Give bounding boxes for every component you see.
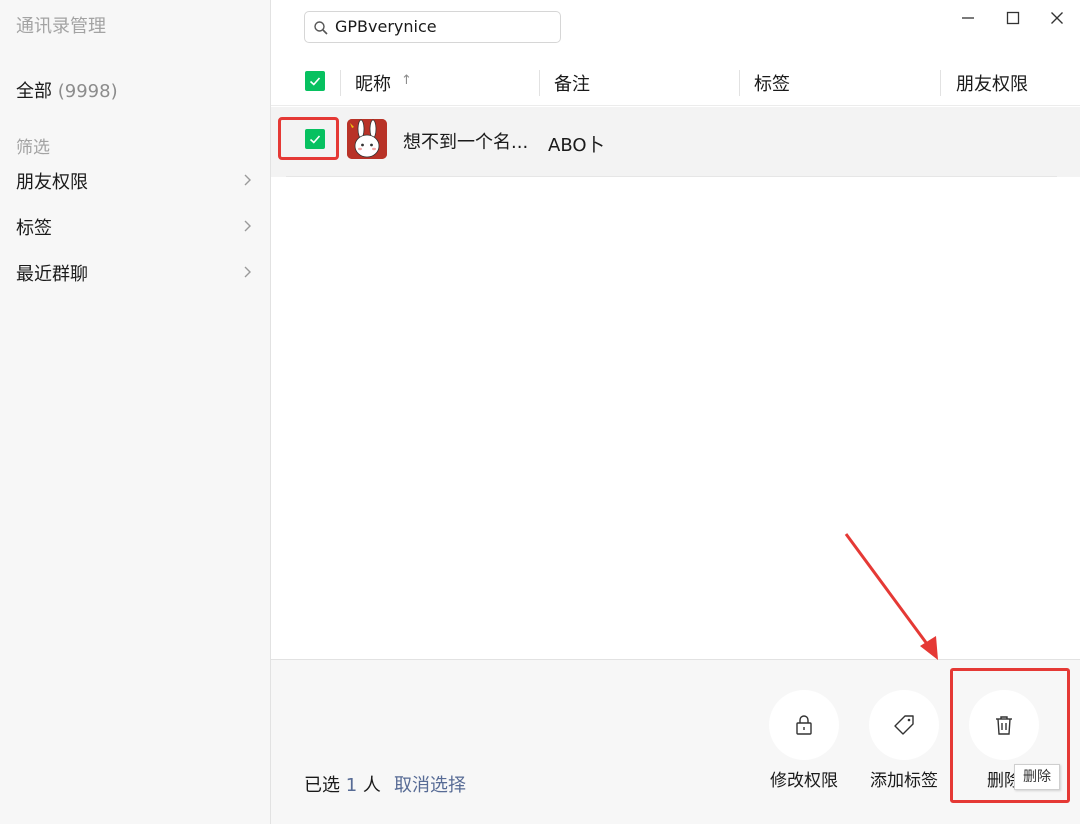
sidebar-item-friend-permission[interactable]: 朋友权限 <box>0 160 270 200</box>
maximize-button[interactable] <box>999 4 1027 32</box>
selected-count: 1 <box>345 775 358 796</box>
filter-section-label: 筛选 <box>16 138 50 158</box>
tag-icon <box>894 715 914 735</box>
add-tag-button[interactable]: 添加标签 <box>859 690 949 810</box>
table-row[interactable]: 想不到一个名... ABO卜 <box>271 107 1080 177</box>
column-header-nickname[interactable]: 昵称 <box>355 70 391 96</box>
maximize-icon <box>1006 11 1020 25</box>
edit-permission-circle <box>769 690 839 760</box>
minimize-icon <box>962 17 974 19</box>
row-divider <box>286 176 1057 177</box>
selected-prefix: 已选 <box>304 775 340 796</box>
contact-count: (9998) <box>57 81 118 102</box>
main-panel: GPBverynice 昵称 ↑ 备注 标签 朋友权限 想不到一个名... AB… <box>271 0 1080 824</box>
column-header-remark[interactable]: 备注 <box>554 70 590 96</box>
sidebar-item-all[interactable]: 全部 (9998) <box>16 77 118 103</box>
sidebar: 通讯录管理 全部 (9998) 筛选 朋友权限 标签 最近群聊 <box>0 0 271 824</box>
sidebar-item-label: 最近群聊 <box>16 264 88 285</box>
avatar <box>347 119 387 159</box>
column-header-permission[interactable]: 朋友权限 <box>956 70 1028 96</box>
sidebar-item-tags[interactable]: 标签 <box>0 206 270 246</box>
cancel-selection-link[interactable]: 取消选择 <box>394 771 466 797</box>
table-header: 昵称 ↑ 备注 标签 朋友权限 <box>271 60 1080 106</box>
search-input[interactable]: GPBverynice <box>304 11 561 43</box>
column-divider <box>539 70 540 96</box>
contact-remark: ABO卜 <box>548 135 605 156</box>
selected-suffix: 人 <box>362 775 381 796</box>
chevron-right-icon <box>244 266 251 278</box>
minimize-button[interactable] <box>954 4 982 32</box>
chevron-right-icon <box>244 220 251 232</box>
edit-permission-label: 修改权限 <box>770 771 838 791</box>
annotation-highlight-box <box>278 117 339 160</box>
lock-icon <box>796 715 812 735</box>
column-divider <box>340 70 341 96</box>
column-divider <box>940 70 941 96</box>
close-button[interactable] <box>1043 4 1071 32</box>
chevron-right-icon <box>244 174 251 186</box>
bottom-action-bar: 已选 1 人 取消选择 修改权限 添加标签 删除 删除 <box>271 659 1080 824</box>
delete-tooltip: 删除 <box>1014 764 1060 790</box>
selection-summary: 已选 1 人 <box>304 771 381 797</box>
search-icon <box>314 21 328 35</box>
sidebar-item-recent-groups[interactable]: 最近群聊 <box>0 252 270 292</box>
search-value: GPBverynice <box>335 17 437 36</box>
add-tag-circle <box>869 690 939 760</box>
contact-nickname: 想不到一个名... <box>403 132 529 153</box>
column-header-tags[interactable]: 标签 <box>754 70 790 96</box>
sidebar-item-label: 标签 <box>16 218 52 239</box>
rabbit-avatar-icon <box>347 119 387 159</box>
column-divider <box>739 70 740 96</box>
select-all-checkbox[interactable] <box>305 71 325 91</box>
edit-permission-button[interactable]: 修改权限 <box>759 690 849 810</box>
add-tag-label: 添加标签 <box>870 771 938 791</box>
close-icon <box>1051 12 1063 24</box>
check-icon <box>309 77 321 86</box>
sort-ascending-icon: ↑ <box>401 73 412 88</box>
sidebar-item-label: 朋友权限 <box>16 172 88 193</box>
app-title: 通讯录管理 <box>16 16 106 37</box>
sidebar-item-all-label: 全部 <box>16 81 52 102</box>
